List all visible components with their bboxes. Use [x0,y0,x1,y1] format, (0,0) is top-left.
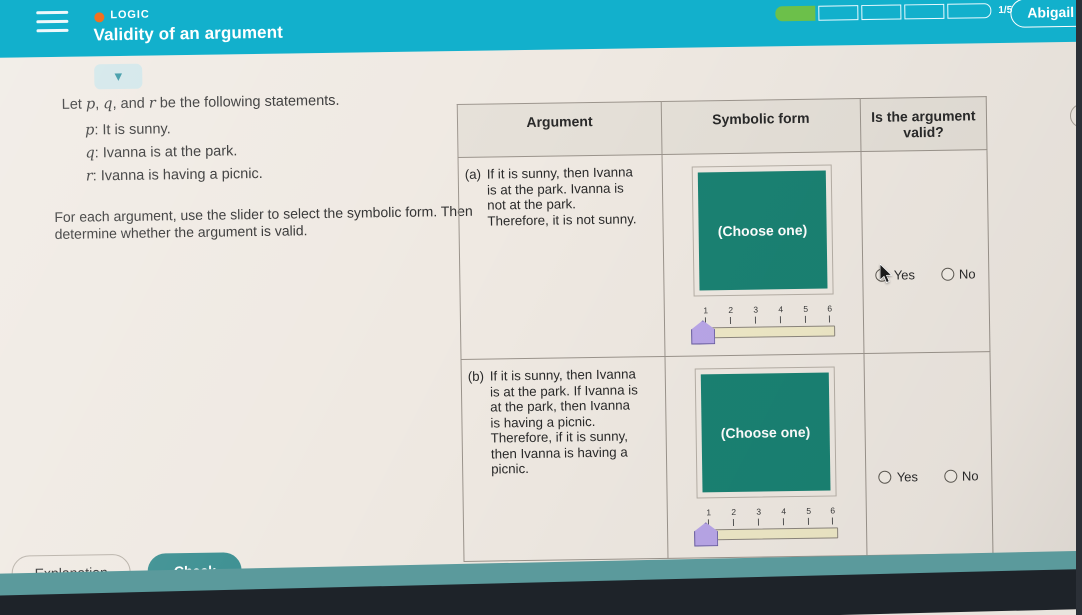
statement-q-text: : Ivanna is at the park. [94,143,238,162]
radio-option-yes-b[interactable]: Yes [878,469,919,485]
argument-text-a: If it is sunny, then Ivanna is at the pa… [486,164,637,229]
slider-tick-6: 6 [823,303,837,323]
content-area: ▾ Let p, q, and r be the following state… [0,41,1082,592]
table-header-row: Argument Symbolic form Is the argument v… [457,96,987,158]
symbolic-cell-a: (Choose one) 1 2 3 4 5 6 [661,151,864,357]
slider-tick-4: 4 [774,304,788,324]
slider-tick-3: 3 [749,305,763,324]
column-header-valid: Is the argument valid? [859,96,987,152]
prompt-prefix: Let [61,96,87,113]
slider-tick-6: 6 [826,505,840,525]
statement-q: q: Ivanna is at the park. [85,143,237,161]
collapse-toggle-button[interactable]: ▾ [94,63,143,90]
symbolic-select-a[interactable]: (Choose one) [697,170,828,291]
slider-tick-1: 1 [702,507,716,527]
chevron-down-icon: ▾ [114,66,123,86]
symbolic-slider-a[interactable]: 1 2 3 4 5 6 [689,303,840,345]
slider-tick-1: 1 [699,305,713,325]
symbolic-select-b[interactable]: (Choose one) [700,372,831,493]
symbolic-slider-b[interactable]: 1 2 3 4 5 6 [692,505,843,547]
valid-cell-b: Yes No [863,351,993,556]
radio-option-no-a[interactable]: No [940,266,976,282]
symbolic-cell-b: (Choose one) 1 2 3 4 5 6 [664,353,867,559]
photographed-screen: ...jUQ52Q372LDXOC6j_IeWwLDXVpaOlI... ⇧ ☆… [0,0,1082,615]
statement-p: p: It is sunny. [85,121,171,138]
column-header-symbolic-form: Symbolic form [661,98,861,155]
prompt-suffix: be the following statements. [155,92,340,112]
radio-label-yes-b: Yes [896,469,919,485]
prompt-sep-1: , [95,96,104,113]
instructions-text: For each argument, use the slider to sel… [54,202,473,243]
slider-track-a[interactable] [696,325,836,339]
hamburger-menu-icon[interactable] [36,10,69,33]
argument-cell-a: (a) If it is sunny, then Ivanna is at the… [458,154,665,360]
screen-right-edge [1076,0,1082,615]
valid-cell-a: Yes No [860,149,990,354]
slider-tick-2: 2 [724,305,738,324]
argument-text-b: If it is sunny, then Ivanna is at the pa… [489,366,638,477]
table-row: (a) If it is sunny, then Ivanna is at the… [458,149,990,360]
statement-r-text: : Ivanna is having a picnic. [92,165,263,185]
radio-label-no-b: No [961,468,979,484]
row-tag-b: (b) [467,368,485,384]
radio-label-yes-a: Yes [893,267,916,283]
valid-options-b: Yes No [866,468,991,485]
arguments-table: Argument Symbolic form Is the argument v… [457,96,994,562]
progress-segment-1 [775,5,816,22]
column-header-argument: Argument [457,101,662,158]
select-frame-b: (Choose one) [694,366,837,499]
statement-r: r: Ivanna is having a picnic. [86,166,263,185]
brand-label: LOGIC [110,8,150,22]
prompt-line: Let p, q, and r be the following stateme… [62,93,340,113]
slider-track-b[interactable] [699,527,839,541]
statement-p-text: : It is sunny. [94,121,171,139]
slider-tick-5: 5 [799,304,813,323]
progress-segment-5 [947,3,992,19]
radio-icon [878,470,892,484]
prompt-var-q: q [103,96,113,113]
user-menu-button[interactable]: Abigail▼ [1010,0,1082,28]
argument-cell-b: (b) If it is sunny, then Ivanna is at the… [461,356,668,562]
select-frame-a: (Choose one) [691,164,834,297]
slider-tick-2: 2 [727,507,741,526]
prompt-sep-2: , and [112,95,149,113]
radio-option-no-b[interactable]: No [943,468,979,484]
brand-dot-icon [94,12,105,23]
progress-segment-3 [861,4,902,21]
row-tag-a: (a) [464,166,482,182]
radio-icon [940,267,955,281]
slider-tick-3: 3 [752,506,766,526]
user-name: Abigail [1027,3,1075,21]
radio-icon [943,469,958,483]
table-row: (b) If it is sunny, then Ivanna is at the… [461,351,993,562]
progress-segment-2 [818,5,859,21]
slider-tick-4: 4 [777,506,791,526]
progress-bar: 1/5 [775,3,1012,22]
page-title: Validity of an argument [93,22,284,45]
radio-label-no-a: No [958,266,976,282]
progress-segment-4 [904,3,945,20]
slider-tick-5: 5 [802,506,816,525]
